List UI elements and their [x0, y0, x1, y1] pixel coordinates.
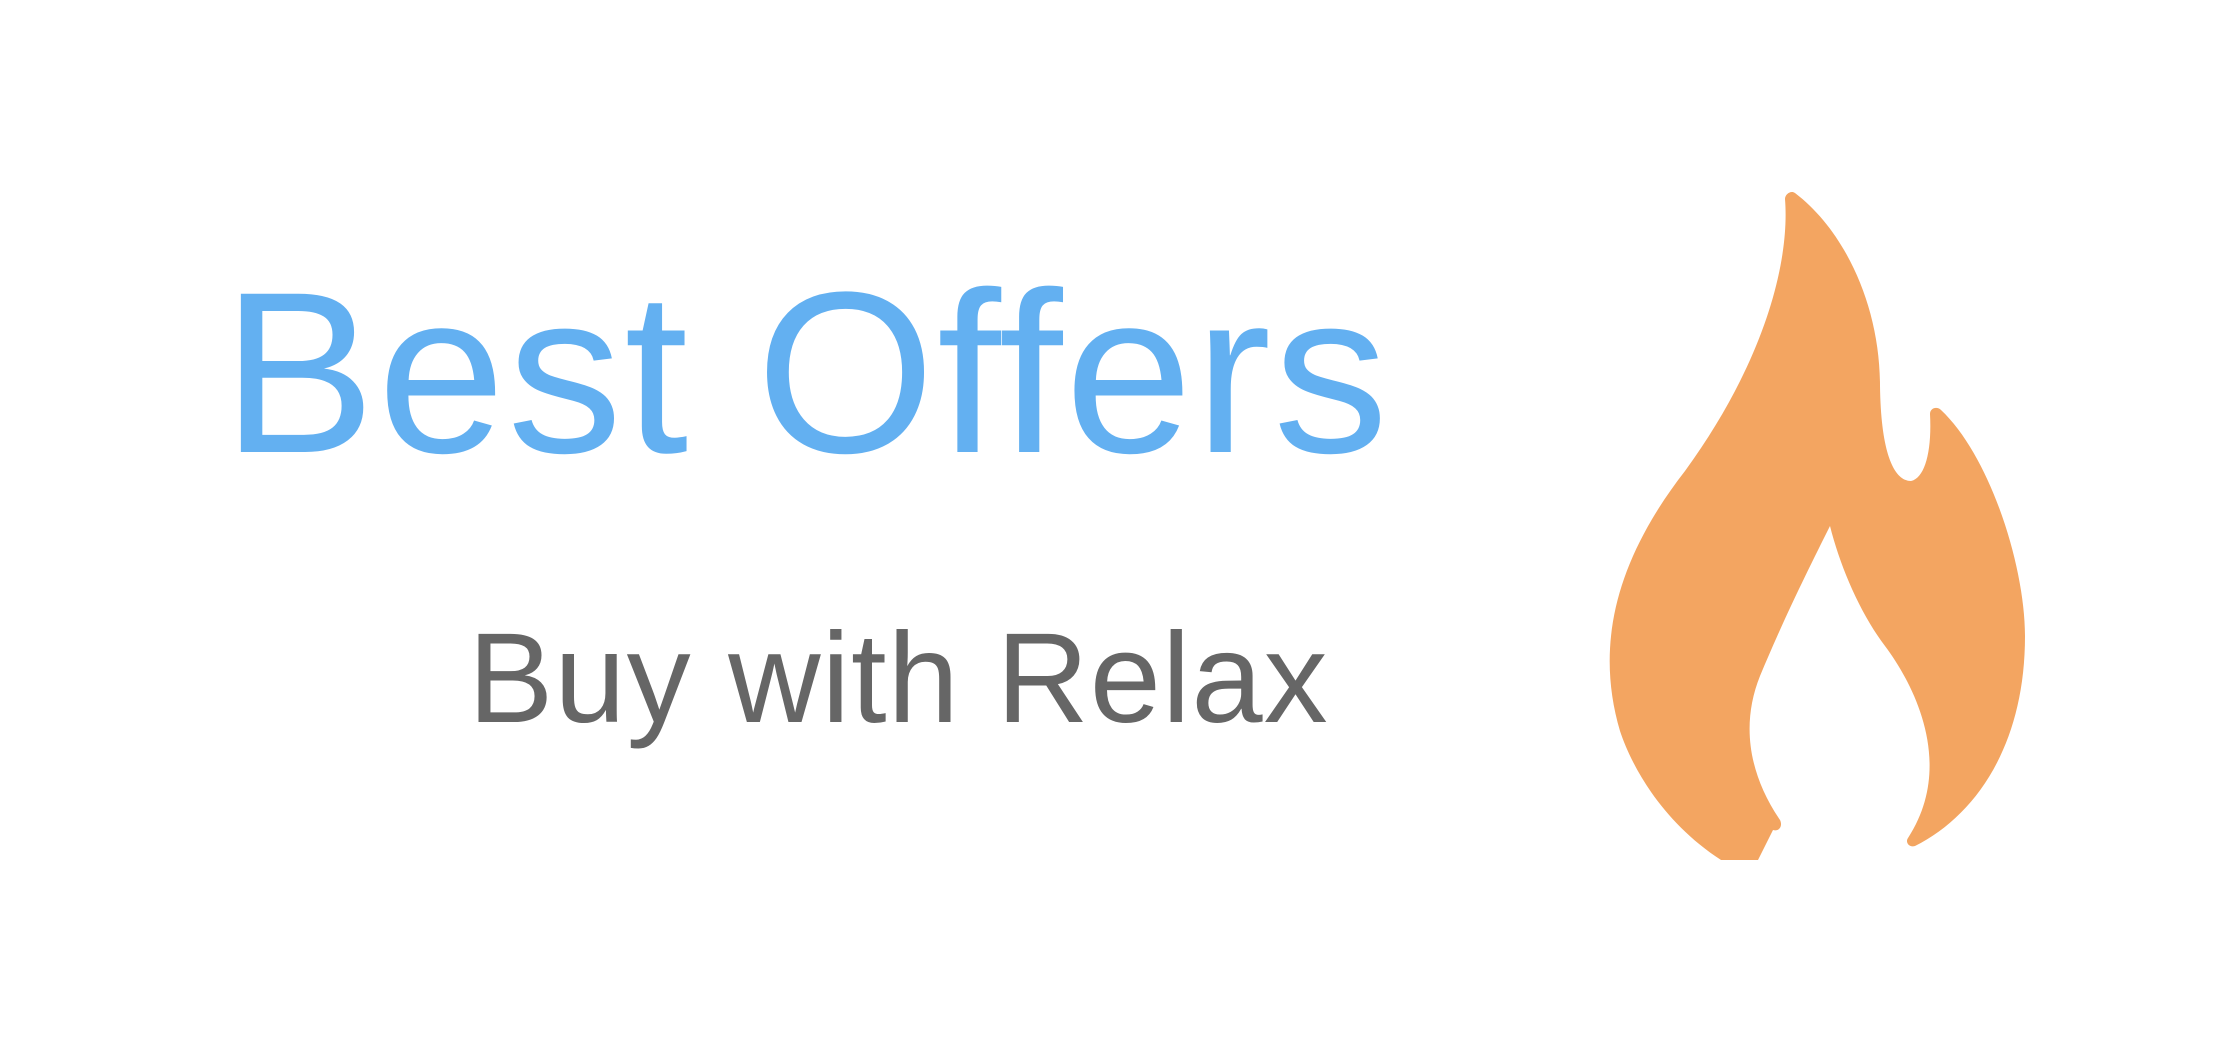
tagline: Buy with Relax — [468, 607, 1329, 750]
headline: Best Offers — [222, 244, 1391, 501]
offer-banner: Best Offers Buy with Relax — [0, 0, 2220, 1048]
flame-icon — [1609, 191, 2025, 860]
